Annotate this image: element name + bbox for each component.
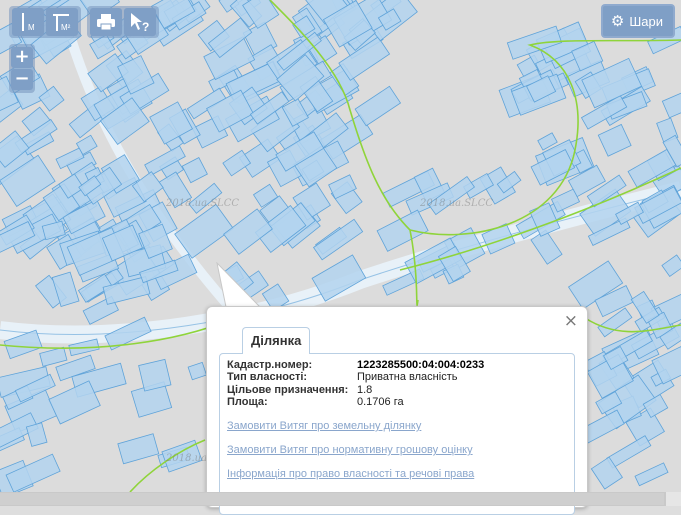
close-popup-button[interactable]: ×: [564, 311, 578, 331]
parcel-tab-panel: Кадастр.номер: 1223285500:04:004:0233 Ти…: [219, 353, 575, 515]
land-parcel: [312, 218, 364, 261]
attribute-label: Площа:: [227, 395, 268, 408]
zoom-out-button[interactable]: −: [11, 69, 33, 90]
land-parcel: [138, 358, 172, 392]
land-parcel: [158, 171, 193, 209]
land-parcel: [161, 439, 203, 473]
attribute-row: Цільове призначення: 1.8: [227, 384, 484, 396]
horizontal-scrollbar[interactable]: [0, 492, 666, 506]
printer-icon: [97, 14, 115, 31]
ownership-info-link[interactable]: Інформація про право власності та речові…: [227, 468, 474, 480]
print-button[interactable]: [90, 8, 122, 36]
land-parcel: [661, 254, 681, 277]
land-parcel: [25, 422, 48, 447]
zoom-in-button[interactable]: +: [11, 47, 33, 68]
scrollbar-corner: [666, 492, 681, 506]
land-parcel: [661, 89, 681, 119]
attribute-row: Кадастр.номер: 1223285500:04:004:0233: [227, 359, 484, 371]
gear-icon: ⚙: [610, 13, 625, 30]
identify-button[interactable]: ?: [124, 8, 156, 36]
land-parcel: [181, 157, 208, 184]
zoom-control: + −: [9, 44, 35, 93]
layers-button-label: Шари: [629, 13, 663, 29]
land-parcel: [354, 85, 402, 127]
cursor-question-icon: ?: [131, 13, 149, 33]
layers-button[interactable]: ⚙ Шари: [600, 4, 675, 38]
land-parcel: [597, 123, 632, 157]
ruler-area-icon: М²: [53, 14, 71, 32]
ownership-type-value: Приватна власність: [357, 371, 458, 384]
attribute-label: Тип власності:: [227, 371, 308, 384]
attribute-label: Кадастр.номер:: [227, 359, 313, 371]
popup-pointer: [216, 262, 262, 310]
scrollbar-thumb[interactable]: [0, 493, 664, 505]
attribute-row: Тип власності: Приватна власність: [227, 371, 484, 383]
land-parcel: [117, 433, 160, 465]
order-parcel-extract-link[interactable]: Замовити Витяг про земельну ділянку: [227, 420, 421, 432]
measure-toolbar: М М²: [9, 6, 81, 38]
purpose-value: 1.8: [357, 383, 373, 396]
tools-toolbar: ?: [87, 6, 159, 38]
parcel-info-popup: × Ділянка Кадастр.номер: 1223285500:04:0…: [206, 306, 588, 515]
order-valuation-extract-link[interactable]: Замовити Витяг про нормативну грошову оц…: [227, 444, 473, 456]
cadastral-number-value: 1223285500:04:004:0233: [357, 359, 485, 371]
measure-area-unit: М²: [61, 23, 71, 32]
measure-area-button[interactable]: М²: [46, 8, 78, 36]
measure-length-unit: М: [28, 23, 35, 32]
ruler-m-icon: М: [22, 13, 35, 32]
land-parcel: [187, 361, 208, 381]
land-parcel: [634, 462, 669, 487]
land-parcel: [39, 346, 68, 367]
attribute-label: Цільове призначення:: [227, 383, 349, 396]
attribute-row: Площа: 0.1706 га: [227, 396, 484, 408]
land-parcel: [5, 453, 61, 492]
land-parcel: [376, 209, 429, 252]
measure-length-button[interactable]: М: [12, 8, 44, 36]
parcel-attributes: Кадастр.номер: 1223285500:04:004:0233 Ти…: [227, 359, 484, 408]
tab-parcel[interactable]: Ділянка: [242, 327, 311, 354]
area-value: 0.1706 га: [357, 395, 404, 408]
identify-question-mark: ?: [142, 20, 149, 33]
